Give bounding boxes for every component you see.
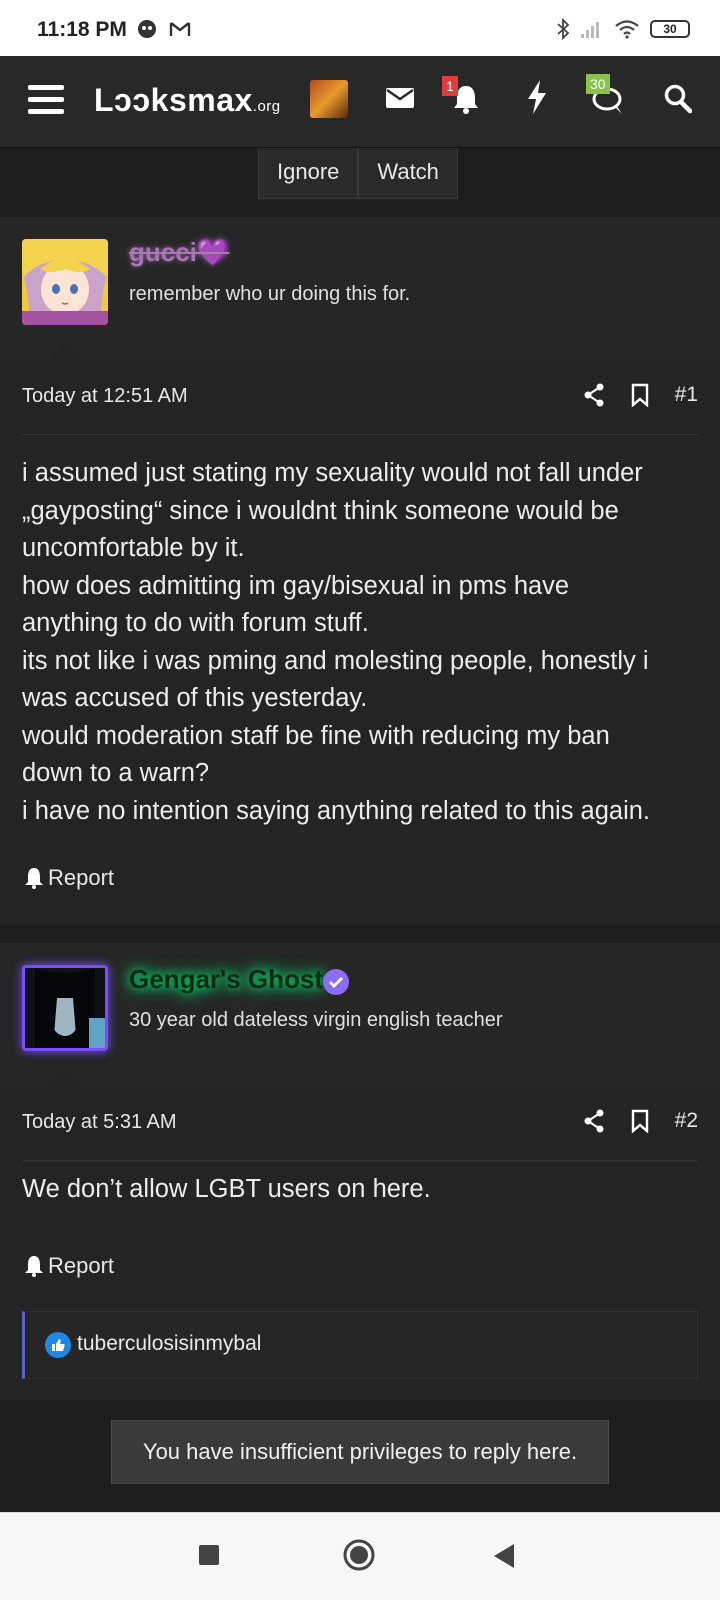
username[interactable]: gucci💜 [129,237,229,268]
user-title: 30 year old dateless virgin english teac… [129,1009,503,1031]
post-line: i assumed just stating my sexuality woul… [22,459,643,487]
post-line: „gayposting“ since i wouldnt think someo… [22,496,619,525]
app-notification-icon [138,20,156,38]
post-line: was accused of this yesterday. [22,684,368,712]
site-logo[interactable]: Lɔɔksmax.org [94,82,281,119]
post-line: i have no intention saying anything rela… [22,796,651,825]
like-reaction-icon [45,1332,71,1358]
post-body: We don’t allow LGBT users on here. [22,1171,702,1209]
post-line: would moderation staff be fine with redu… [22,721,610,750]
alerts-button[interactable]: 1 [442,76,488,122]
report-label: Report [48,1253,115,1278]
home-circle-icon[interactable] [343,1539,375,1571]
post-body: i assumed just stating my sexuality woul… [22,455,702,830]
post-line: uncomfortable by it. [22,534,245,562]
wifi-icon [615,20,639,39]
back-triangle-icon[interactable] [492,1543,516,1569]
username[interactable]: Gengar's Ghost [129,964,323,995]
post-2-author: Gengar's Ghost 30 year old dateless virg… [0,943,720,1087]
ghost-avatar-image [25,968,105,1048]
signal-icon [581,22,599,38]
post-line: anything to do with forum stuff. [22,609,369,637]
post-number[interactable]: #2 [675,1109,698,1133]
watch-button[interactable]: Watch [358,148,458,199]
battery-icon: 30 [650,20,690,38]
report-label: Report [48,865,115,890]
ignore-button[interactable]: Ignore [258,148,359,199]
bell-icon [25,868,43,889]
post-timestamp[interactable]: Today at 12:51 AM [22,385,188,408]
search-icon[interactable] [664,84,692,114]
user-avatar[interactable] [310,80,348,118]
thread-action-bar: Ignore Watch [258,148,458,199]
post-timestamp[interactable]: Today at 5:31 AM [22,1111,177,1134]
post-line: its not like i was pming and molesting p… [22,646,649,675]
post-number[interactable]: #1 [675,383,698,407]
bookmark-icon[interactable] [631,1109,649,1133]
report-button[interactable]: Report [24,865,114,891]
site-header: Lɔɔksmax.org 1 30 [0,56,720,148]
alerts-badge: 1 [442,76,458,96]
post-line: down to a warn? [22,759,210,787]
report-button[interactable]: Report [24,1253,114,1279]
system-nav-bar [0,1512,720,1600]
recents-square-icon[interactable] [198,1544,220,1566]
post-2: Today at 5:31 AM #2 We don’t allow LGBT … [0,1069,720,1400]
verified-badge-icon [323,969,349,995]
bluetooth-icon [557,18,570,40]
share-icon[interactable] [583,383,605,407]
whats-new-lightning-icon[interactable] [526,80,548,114]
conversations-button[interactable]: 30 [586,74,632,122]
conversations-badge: 30 [586,74,610,94]
status-time: 11:18 PM [37,18,127,41]
anime-avatar-image [22,239,108,325]
logo-text: Lɔɔksmax [94,82,253,118]
post-line: We don’t allow LGBT users on here. [22,1175,431,1203]
post-line: how does admitting im gay/bisexual in pm… [22,571,570,600]
username-text: Gengar's Ghost [129,964,323,994]
reaction-user[interactable]: tuberculosisinmybal [77,1332,261,1356]
bell-icon [25,1256,43,1277]
logo-suffix: .org [252,98,281,115]
post-1-author: gucci💜 remember who ur doing this for. [0,217,720,361]
status-bar: 11:18 PM 30 [0,0,720,56]
inbox-icon[interactable] [385,86,415,110]
share-icon[interactable] [583,1109,605,1133]
bookmark-icon[interactable] [631,383,649,407]
menu-icon[interactable] [28,84,64,116]
reply-privilege-notice: You have insufficient privileges to repl… [111,1420,609,1484]
post-1: Today at 12:51 AM #1 i assumed just stat… [0,343,720,926]
user-title: remember who ur doing this for. [129,283,411,305]
reactions-bar[interactable]: tuberculosisinmybal [22,1311,698,1379]
gmail-icon [169,22,191,36]
avatar[interactable] [22,239,108,325]
avatar[interactable] [22,965,108,1051]
